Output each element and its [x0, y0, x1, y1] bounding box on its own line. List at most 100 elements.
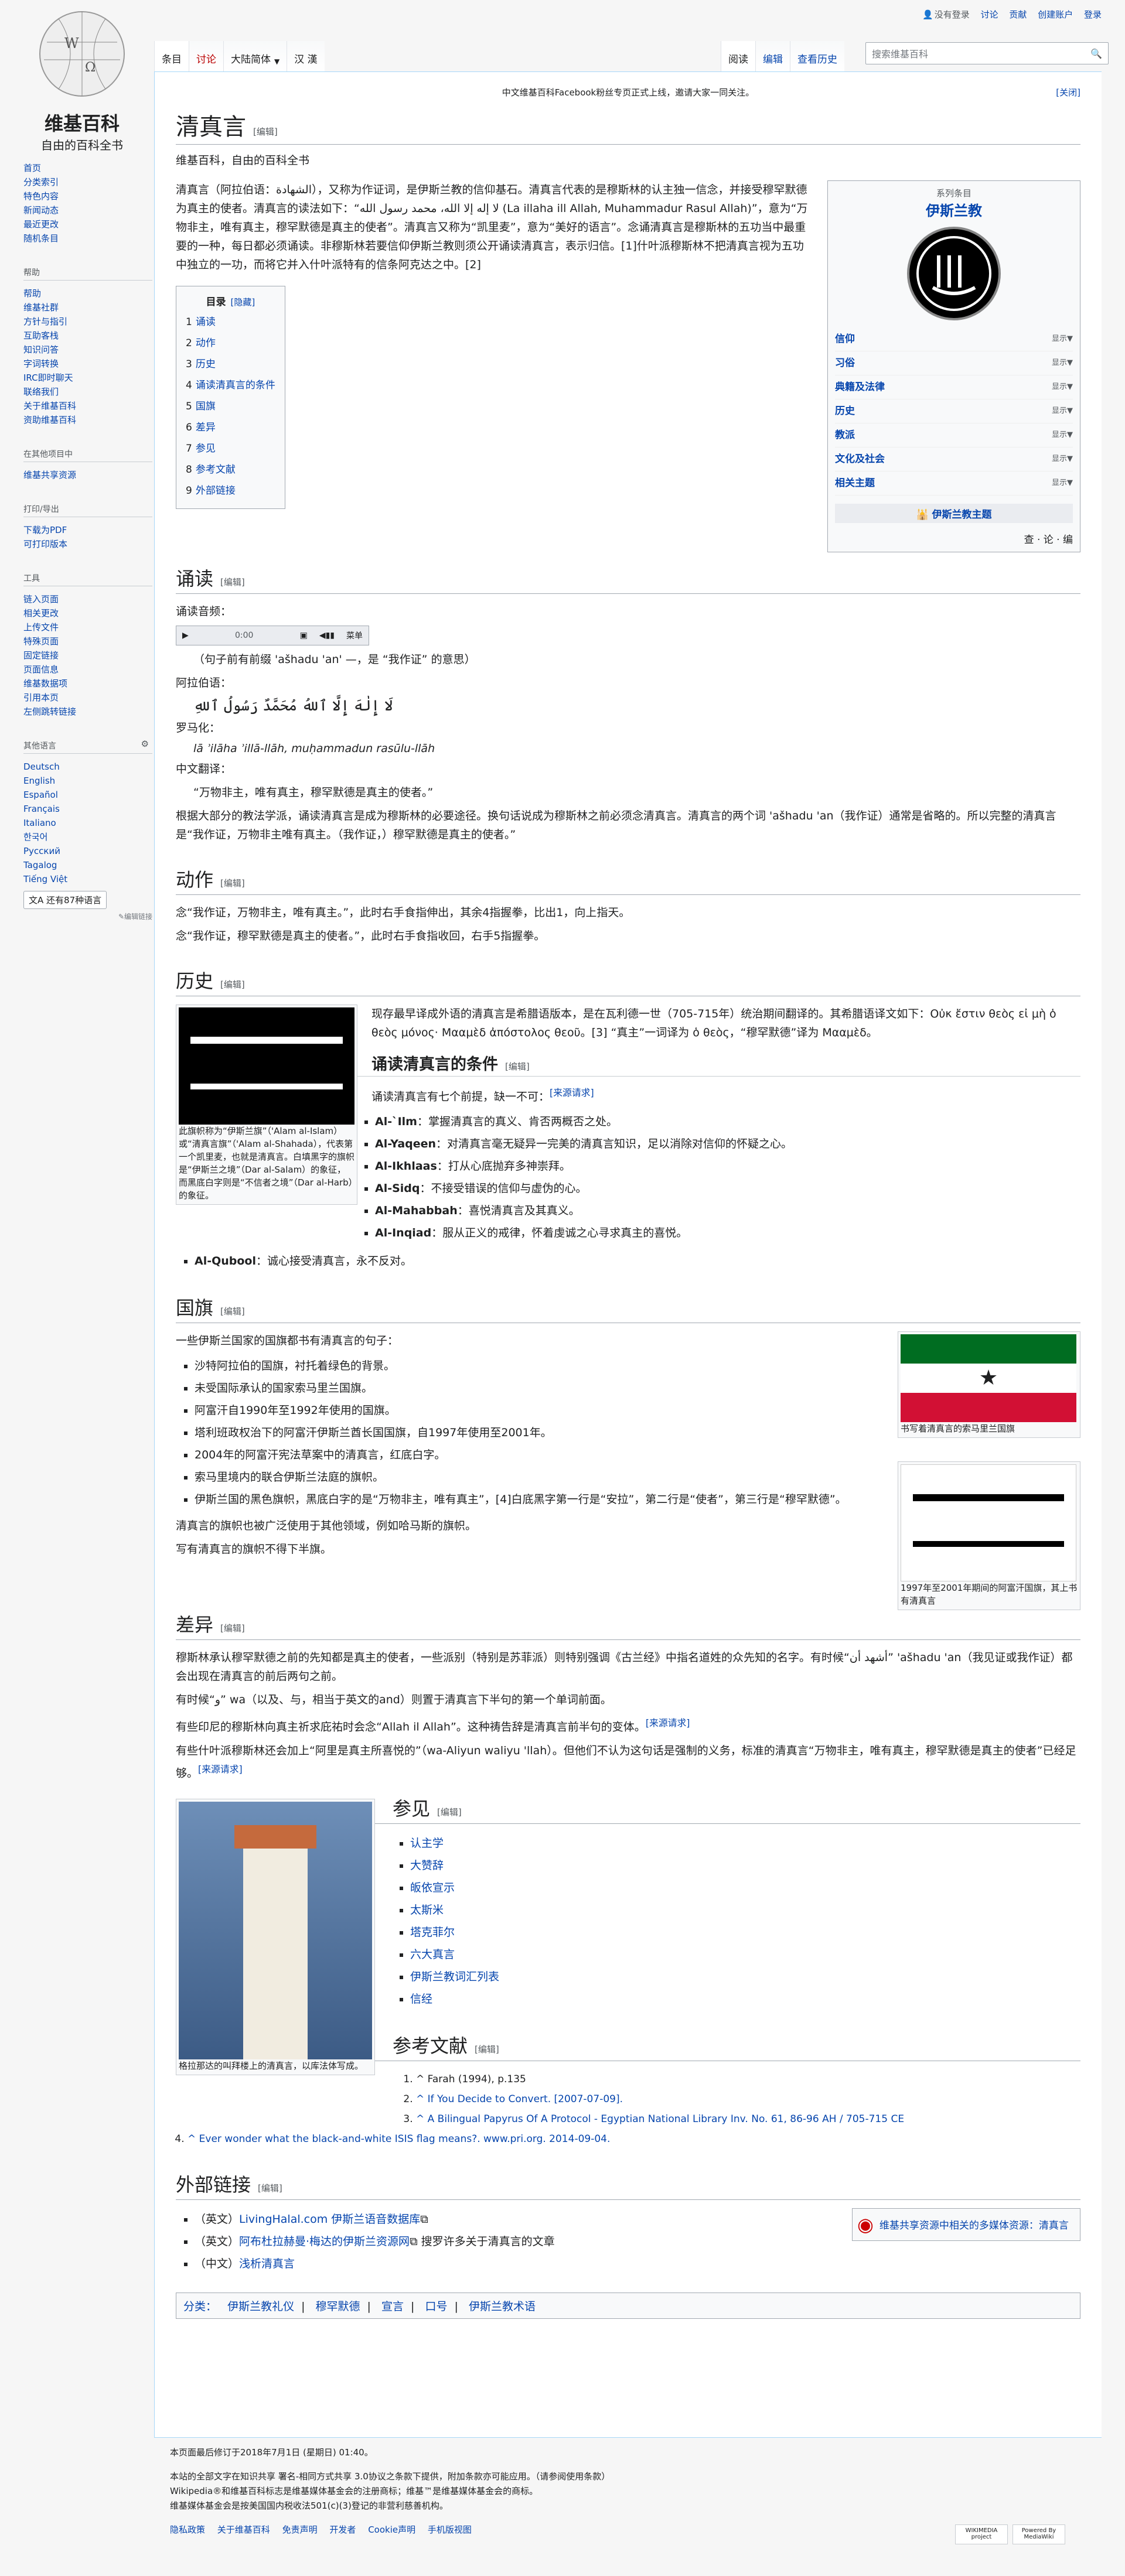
sidebar-item-village-pump[interactable]: 互助客栈 [23, 330, 59, 341]
sidebar-item-categories[interactable]: 分类索引 [23, 177, 59, 187]
sidebar-item-related-changes[interactable]: 相关更改 [23, 608, 59, 619]
fullscreen-icon[interactable]: ▣ [300, 631, 308, 640]
infobox-row[interactable]: 文化及社会 显示▼ [835, 447, 1073, 472]
seealso-link[interactable]: 大赞辞 [410, 1859, 444, 1872]
sidebar-item-community[interactable]: 维基社群 [23, 302, 59, 313]
infobox-row[interactable]: 历史 显示▼ [835, 399, 1073, 423]
infobox-row[interactable]: 信仰 显示▼ [835, 327, 1073, 351]
lang-item[interactable]: Русский [23, 846, 60, 856]
category-link[interactable]: 宣言 [381, 2300, 404, 2313]
lang-item[interactable]: 한국어 [23, 832, 47, 842]
toc-item[interactable]: 外部链接 [196, 485, 236, 497]
infobox-row-label[interactable]: 文化及社会 [835, 447, 885, 471]
sidebar-item-cite[interactable]: 引用本页 [23, 692, 59, 703]
minaret-photo[interactable] [179, 1801, 372, 2059]
category-link[interactable]: 伊斯兰教礼仪 [227, 2300, 294, 2313]
sidebar-item-qa[interactable]: 知识问答 [23, 344, 59, 355]
more-languages-button[interactable]: 文A 还有87种语言 [23, 891, 107, 909]
sidebar-item-pdf[interactable]: 下载为PDF [23, 525, 67, 535]
external-link[interactable]: 浅析清真言 [239, 2257, 295, 2270]
about-link[interactable]: 关于维基百科 [217, 2524, 270, 2535]
sidebar-item-contact[interactable]: 联络我们 [23, 387, 59, 397]
edit-section-link[interactable]: [编辑] [220, 1306, 245, 1317]
tab-article[interactable]: 条目 [154, 41, 189, 71]
lang-item[interactable]: Tiếng Việt [23, 874, 67, 884]
somaliland-flag-image[interactable]: ★ [901, 1334, 1076, 1423]
edit-section-link[interactable]: [编辑] [220, 577, 245, 587]
sidebar-item-upload[interactable]: 上传文件 [23, 622, 59, 633]
lang-item[interactable]: Italiano [23, 818, 56, 828]
infobox-row-label[interactable]: 典籍及法律 [835, 375, 885, 399]
reference-item[interactable]: ^ A Bilingual Papyrus Of A Protocol - Eg… [416, 2113, 904, 2125]
edit-section-link[interactable]: [编辑] [258, 2183, 282, 2194]
sidebar-item-news[interactable]: 新闻动态 [23, 205, 59, 216]
tab-history[interactable]: 查看历史 [790, 41, 844, 71]
edit-section-link[interactable]: [编辑] [220, 878, 245, 889]
sidebar-item-permalink[interactable]: 固定链接 [23, 650, 59, 661]
toc-item[interactable]: 诵读清真言的条件 [196, 380, 275, 391]
sidebar-item-printable[interactable]: 可打印版本 [23, 539, 67, 549]
search-input[interactable]: 搜索维基百科 🔍 [865, 42, 1109, 64]
seealso-link[interactable]: 六大真言 [410, 1948, 455, 1961]
login-link[interactable]: 登录 [1084, 9, 1102, 20]
variant-dropdown[interactable]: 大陆简体 ▼ [223, 41, 287, 71]
infobox-row-label[interactable]: 教派 [835, 423, 855, 447]
gear-icon[interactable]: ⚙ [141, 739, 149, 749]
infobox-show-toggle[interactable]: 显示▼ [1052, 447, 1073, 471]
tab-talk[interactable]: 讨论 [189, 41, 223, 71]
seealso-link[interactable]: 信经 [410, 1993, 432, 2006]
contributions-link[interactable]: 贡献 [1009, 9, 1027, 20]
infobox-show-toggle[interactable]: 显示▼ [1052, 375, 1073, 399]
privacy-link[interactable]: 隐私政策 [170, 2524, 205, 2535]
toc-item[interactable]: 差异 [196, 422, 216, 433]
sidebar-item-home[interactable]: 首页 [23, 163, 41, 173]
toc-hide-toggle[interactable]: [隐藏] [231, 297, 255, 308]
commons-text[interactable]: 维基共享资源中相关的多媒体资源：清真言 [879, 2217, 1069, 2232]
external-link[interactable]: 阿布杜拉赫曼·梅达的伊斯兰资源网 [239, 2235, 410, 2248]
seealso-link[interactable]: 伊斯兰教词汇列表 [410, 1970, 499, 1983]
sidebar-item-irc[interactable]: IRC即时聊天 [23, 373, 73, 383]
sidebar-item-left-jump[interactable]: 左侧跳转链接 [23, 706, 76, 717]
infobox-row-label[interactable]: 相关主题 [835, 472, 875, 495]
edit-section-link[interactable]: [编辑] [220, 1623, 245, 1634]
sidebar-item-recent-changes[interactable]: 最近更改 [23, 219, 59, 230]
edit-section-link[interactable]: [编辑] [220, 979, 245, 990]
citation-needed-link[interactable]: [来源请求] [198, 1764, 243, 1775]
toc-item[interactable]: 参考文献 [196, 464, 236, 476]
sidebar-item-conversion[interactable]: 字词转换 [23, 358, 59, 369]
close-notice-button[interactable]: [关闭] [1056, 86, 1080, 98]
infobox-show-toggle[interactable]: 显示▼ [1052, 399, 1073, 423]
category-link[interactable]: 口号 [425, 2300, 447, 2313]
categories-label[interactable]: 分类： [183, 2300, 217, 2313]
sidebar-item-random[interactable]: 随机条目 [23, 233, 59, 244]
wikipedia-logo[interactable]: W Ω 维基百科 自由的百科全书 [23, 7, 141, 152]
edit-title-link[interactable]: [编辑] [253, 127, 278, 137]
infobox-title[interactable]: 伊斯兰教 [835, 199, 1073, 220]
edit-interlanguage-links[interactable]: ✎编辑链接 [23, 911, 152, 921]
sidebar-item-commons[interactable]: 维基共享资源 [23, 470, 76, 480]
tab-read[interactable]: 阅读 [721, 41, 755, 71]
shahada-flag-image[interactable] [179, 1007, 354, 1125]
seealso-link[interactable]: 塔克菲尔 [410, 1926, 455, 1939]
citation-needed-link[interactable]: [来源请求] [646, 1717, 690, 1728]
seealso-link[interactable]: 太斯米 [410, 1904, 444, 1916]
toc-item[interactable]: 动作 [196, 337, 216, 349]
audio-menu[interactable]: 菜单 [346, 630, 363, 641]
seealso-link[interactable]: 认主学 [410, 1837, 444, 1850]
infobox-row-label[interactable]: 历史 [835, 399, 855, 423]
lang-item[interactable]: Deutsch [23, 761, 60, 772]
tab-variant-switch[interactable]: 汉 漢 [287, 41, 325, 71]
infobox-row[interactable]: 习俗 显示▼ [835, 351, 1073, 375]
infobox-row[interactable]: 教派 显示▼ [835, 423, 1073, 447]
wikimedia-badge[interactable]: WIKIMEDIA project [955, 2524, 1008, 2544]
sidebar-item-donate[interactable]: 资助维基百科 [23, 415, 76, 425]
tab-edit[interactable]: 编辑 [755, 41, 790, 71]
sidebar-item-about[interactable]: 关于维基百科 [23, 401, 76, 411]
edit-section-link[interactable]: [编辑] [475, 2044, 499, 2055]
volume-icon[interactable]: ◀▮▮ [319, 631, 335, 640]
citation-needed-link[interactable]: [来源请求] [550, 1087, 594, 1098]
toc-item[interactable]: 国旗 [196, 401, 216, 412]
navbox-vte-links[interactable]: 查 · 论 · 编 [835, 531, 1073, 546]
taliban-flag-image[interactable] [901, 1464, 1076, 1582]
infobox-show-toggle[interactable]: 显示▼ [1052, 472, 1073, 495]
